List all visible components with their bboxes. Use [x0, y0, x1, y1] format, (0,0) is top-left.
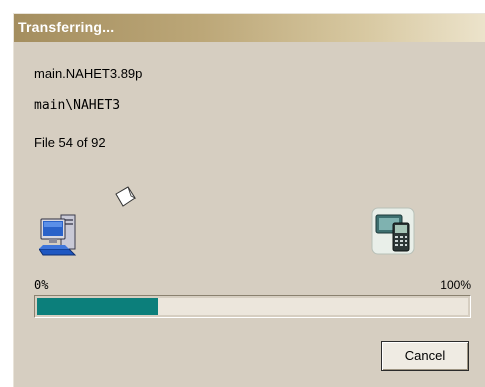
current-file-path: main\NAHET3	[34, 98, 121, 113]
calculator-icon	[371, 207, 415, 255]
transfer-dialog: Transferring... main.NAHET3.89p main\NAH…	[13, 13, 485, 387]
computer-icon	[39, 214, 77, 256]
progress-min-label: 0%	[34, 278, 49, 292]
current-file-name: main.NAHET3.89p	[34, 66, 143, 81]
document-icon	[115, 186, 137, 207]
progress-max-label: 100%	[440, 278, 471, 292]
progress-bar	[34, 295, 471, 318]
file-counter: File 54 of 92	[34, 135, 106, 150]
progress-fill	[37, 298, 158, 315]
cancel-button[interactable]: Cancel	[381, 341, 469, 371]
window-title: Transferring...	[18, 19, 115, 35]
title-bar[interactable]: Transferring...	[14, 14, 485, 42]
progress-track-inner	[37, 298, 468, 315]
